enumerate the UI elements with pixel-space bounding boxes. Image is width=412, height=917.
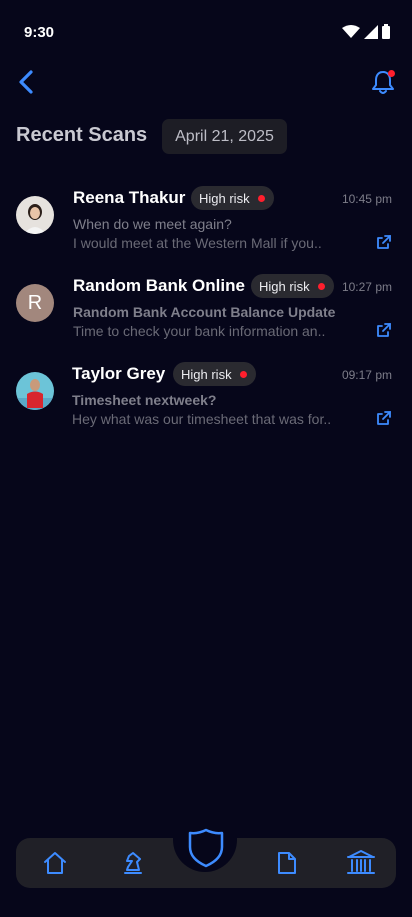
nav-documents[interactable] — [272, 848, 302, 878]
cellular-icon — [364, 24, 378, 39]
message-subject: Timesheet nextweek? — [72, 392, 217, 408]
notification-dot — [388, 70, 395, 77]
page-title: Recent Scans — [16, 124, 148, 146]
status-icons — [342, 24, 390, 39]
wifi-icon — [342, 24, 360, 38]
risk-dot — [257, 195, 265, 202]
scan-item-random-bank-online[interactable]: R Random Bank Online High risk 10:27 pm … — [16, 268, 396, 344]
risk-badge: High risk — [191, 186, 274, 210]
message-time: 10:45 pm — [341, 192, 392, 206]
header — [0, 64, 412, 104]
nav-home[interactable] — [40, 848, 70, 878]
contact-name: Reena Thakur — [73, 188, 186, 207]
status-time: 9:30 — [24, 24, 55, 41]
contact-name: Random Bank Online — [73, 276, 245, 295]
risk-badge-label: High risk — [199, 190, 250, 206]
bank-icon — [347, 850, 375, 874]
date-filter[interactable]: April 21, 2025 — [162, 119, 287, 154]
message-time: 09:17 pm — [341, 368, 392, 382]
nav-shield[interactable] — [186, 826, 226, 870]
external-link-icon[interactable] — [376, 322, 392, 338]
title-row: Recent Scans April 21, 2025 — [16, 118, 396, 158]
scan-item-taylor-grey[interactable]: Taylor Grey High risk 09:17 pm Timesheet… — [16, 356, 396, 432]
shield-icon — [188, 828, 224, 868]
message-preview: I would meet at the Western Mall if you.… — [73, 235, 322, 251]
external-link-icon[interactable] — [376, 410, 392, 426]
nav-bank[interactable] — [346, 848, 376, 878]
risk-dot — [317, 283, 325, 290]
chevron-left-icon — [19, 70, 33, 94]
avatar — [16, 372, 54, 410]
avatar-photo-icon — [16, 196, 54, 234]
avatar-photo-icon — [16, 372, 54, 410]
document-icon — [278, 852, 296, 874]
avatar: R — [16, 284, 54, 322]
back-button[interactable] — [12, 66, 40, 98]
chess-knight-icon — [124, 852, 142, 874]
risk-badge-label: High risk — [181, 366, 232, 382]
message-subject: When do we meet again? — [73, 216, 232, 232]
battery-icon — [382, 24, 390, 39]
nav-strategy[interactable] — [118, 848, 148, 878]
message-preview: Time to check your bank information an.. — [73, 323, 326, 339]
status-bar: 9:30 — [0, 0, 412, 64]
avatar — [16, 196, 54, 234]
notifications-button[interactable] — [368, 66, 398, 98]
message-time: 10:27 pm — [341, 280, 392, 294]
home-icon — [44, 852, 66, 874]
external-link-icon[interactable] — [376, 234, 392, 250]
message-subject: Random Bank Account Balance Update — [73, 304, 336, 320]
risk-badge: High risk — [251, 274, 334, 298]
message-preview: Hey what was our timesheet that was for.… — [72, 411, 332, 427]
contact-name: Taylor Grey — [72, 364, 166, 383]
risk-badge-label: High risk — [259, 278, 310, 294]
risk-badge: High risk — [173, 362, 256, 386]
risk-dot — [239, 371, 247, 378]
scan-item-reena-thakur[interactable]: Reena Thakur High risk 10:45 pm When do … — [16, 180, 396, 256]
